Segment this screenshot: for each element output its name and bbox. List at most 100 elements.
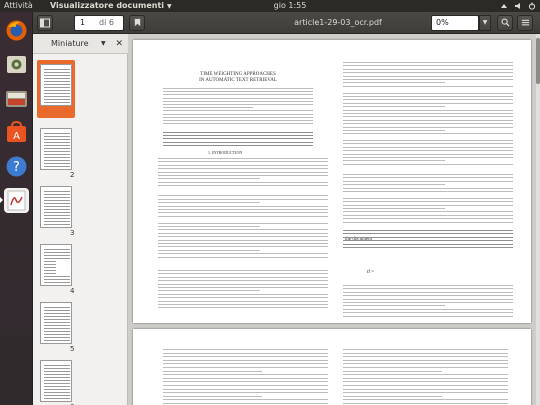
text-line bbox=[343, 79, 513, 80]
sidebar-mode-selector[interactable]: Miniature bbox=[51, 34, 89, 54]
thumbnail-page-6[interactable] bbox=[40, 360, 72, 402]
text-line bbox=[343, 288, 513, 290]
zoom-dropdown[interactable]: ▼ bbox=[479, 15, 491, 31]
text-line bbox=[343, 367, 508, 368]
text-line bbox=[343, 150, 513, 152]
text-line bbox=[343, 180, 513, 182]
text-line bbox=[163, 385, 328, 386]
help-icon[interactable]: ? bbox=[4, 154, 29, 179]
text-line bbox=[163, 359, 328, 361]
document-view[interactable]: TIME WEIGHTING APPROACHES IN AUTOMATIC T… bbox=[128, 34, 540, 405]
bookmark-button[interactable] bbox=[129, 15, 145, 31]
sidebar-toggle-button[interactable] bbox=[37, 15, 53, 31]
page-current[interactable]: 1 bbox=[80, 16, 85, 30]
thumb-line bbox=[44, 90, 70, 91]
thumb-line bbox=[44, 96, 70, 97]
firefox-icon[interactable] bbox=[4, 18, 29, 43]
text-line bbox=[158, 304, 328, 305]
text-line bbox=[343, 75, 513, 77]
thumbnail-page-3[interactable] bbox=[40, 186, 72, 228]
text-line bbox=[343, 116, 513, 118]
text-line bbox=[158, 249, 260, 251]
thumb-line bbox=[44, 224, 70, 225]
text-line bbox=[343, 123, 513, 125]
text-line bbox=[163, 123, 313, 125]
thumbnail-page-4[interactable] bbox=[40, 244, 72, 286]
text-line bbox=[163, 94, 313, 96]
text-line bbox=[158, 290, 260, 292]
text-line bbox=[343, 146, 513, 148]
document-page-1[interactable]: TIME WEIGHTING APPROACHES IN AUTOMATIC T… bbox=[133, 40, 531, 323]
thumb-line bbox=[44, 212, 70, 213]
text-line bbox=[343, 143, 513, 145]
text-line bbox=[343, 157, 513, 158]
text-line bbox=[163, 88, 313, 89]
text-line bbox=[163, 392, 328, 394]
text-line bbox=[343, 374, 508, 376]
volume-icon[interactable] bbox=[514, 2, 522, 10]
thumb-line bbox=[44, 374, 70, 375]
zoom-field[interactable]: 0% bbox=[431, 15, 479, 31]
text-line bbox=[158, 222, 328, 224]
text-line bbox=[343, 119, 513, 121]
pdf-viewer-icon[interactable] bbox=[4, 188, 29, 213]
thumb-line bbox=[44, 276, 70, 277]
thumb-line bbox=[44, 87, 70, 88]
text-line bbox=[158, 164, 328, 166]
text-line bbox=[343, 99, 513, 101]
text-line bbox=[158, 300, 328, 302]
text-line bbox=[343, 68, 513, 70]
svg-text:A: A bbox=[13, 131, 20, 142]
text-line bbox=[343, 349, 508, 350]
text-line bbox=[158, 171, 328, 173]
text-line bbox=[163, 377, 328, 379]
document-page-2[interactable] bbox=[133, 329, 531, 405]
thumb-line bbox=[44, 221, 70, 222]
chevron-down-icon: ▼ bbox=[167, 3, 172, 10]
text-line bbox=[163, 352, 328, 354]
scrollbar-thumb[interactable] bbox=[536, 38, 540, 84]
text-line bbox=[343, 140, 513, 141]
activities-button[interactable]: Attività bbox=[4, 0, 33, 12]
close-icon[interactable]: ✕ bbox=[115, 34, 123, 54]
thumb-line bbox=[44, 386, 70, 387]
thumb-line bbox=[44, 145, 70, 146]
network-icon[interactable] bbox=[500, 2, 508, 10]
disk-icon[interactable] bbox=[4, 52, 29, 77]
text-line bbox=[343, 133, 513, 135]
clock[interactable]: gio 1:55 bbox=[260, 0, 320, 12]
text-line bbox=[343, 106, 445, 108]
thumb-line bbox=[44, 310, 70, 311]
thumbnail-page-5[interactable] bbox=[40, 302, 72, 344]
active-app-indicator bbox=[0, 197, 3, 203]
text-line bbox=[343, 201, 513, 203]
text-line bbox=[343, 291, 513, 293]
text-line bbox=[343, 377, 508, 379]
thumb-line bbox=[44, 267, 56, 268]
text-line bbox=[158, 195, 328, 197]
thumb-line bbox=[44, 258, 70, 259]
thumbnail-page-1[interactable] bbox=[40, 64, 72, 106]
vertical-scrollbar[interactable] bbox=[536, 34, 540, 405]
thumb-line bbox=[44, 166, 70, 167]
text-line bbox=[343, 302, 513, 303]
text-line bbox=[343, 359, 508, 361]
chevron-down-icon[interactable]: ▼ bbox=[101, 34, 106, 54]
thumbnail-page-2[interactable] bbox=[40, 128, 72, 170]
formula-label: tf = bbox=[367, 270, 375, 275]
thumbnail-label: 3 bbox=[70, 229, 75, 237]
power-icon[interactable] bbox=[528, 2, 536, 10]
text-line bbox=[343, 184, 445, 186]
hamburger-menu-icon bbox=[521, 19, 529, 26]
files-icon[interactable] bbox=[4, 86, 29, 111]
software-center-icon[interactable]: A bbox=[4, 120, 29, 145]
menu-button[interactable] bbox=[517, 15, 533, 31]
text-line bbox=[158, 236, 328, 238]
system-tray bbox=[500, 0, 536, 12]
search-button[interactable] bbox=[497, 15, 513, 31]
text-line bbox=[163, 388, 328, 390]
text-line bbox=[343, 208, 445, 209]
page-number-field[interactable]: 1 di 6 bbox=[74, 15, 124, 31]
text-line bbox=[343, 187, 513, 189]
svg-text:?: ? bbox=[13, 160, 20, 175]
